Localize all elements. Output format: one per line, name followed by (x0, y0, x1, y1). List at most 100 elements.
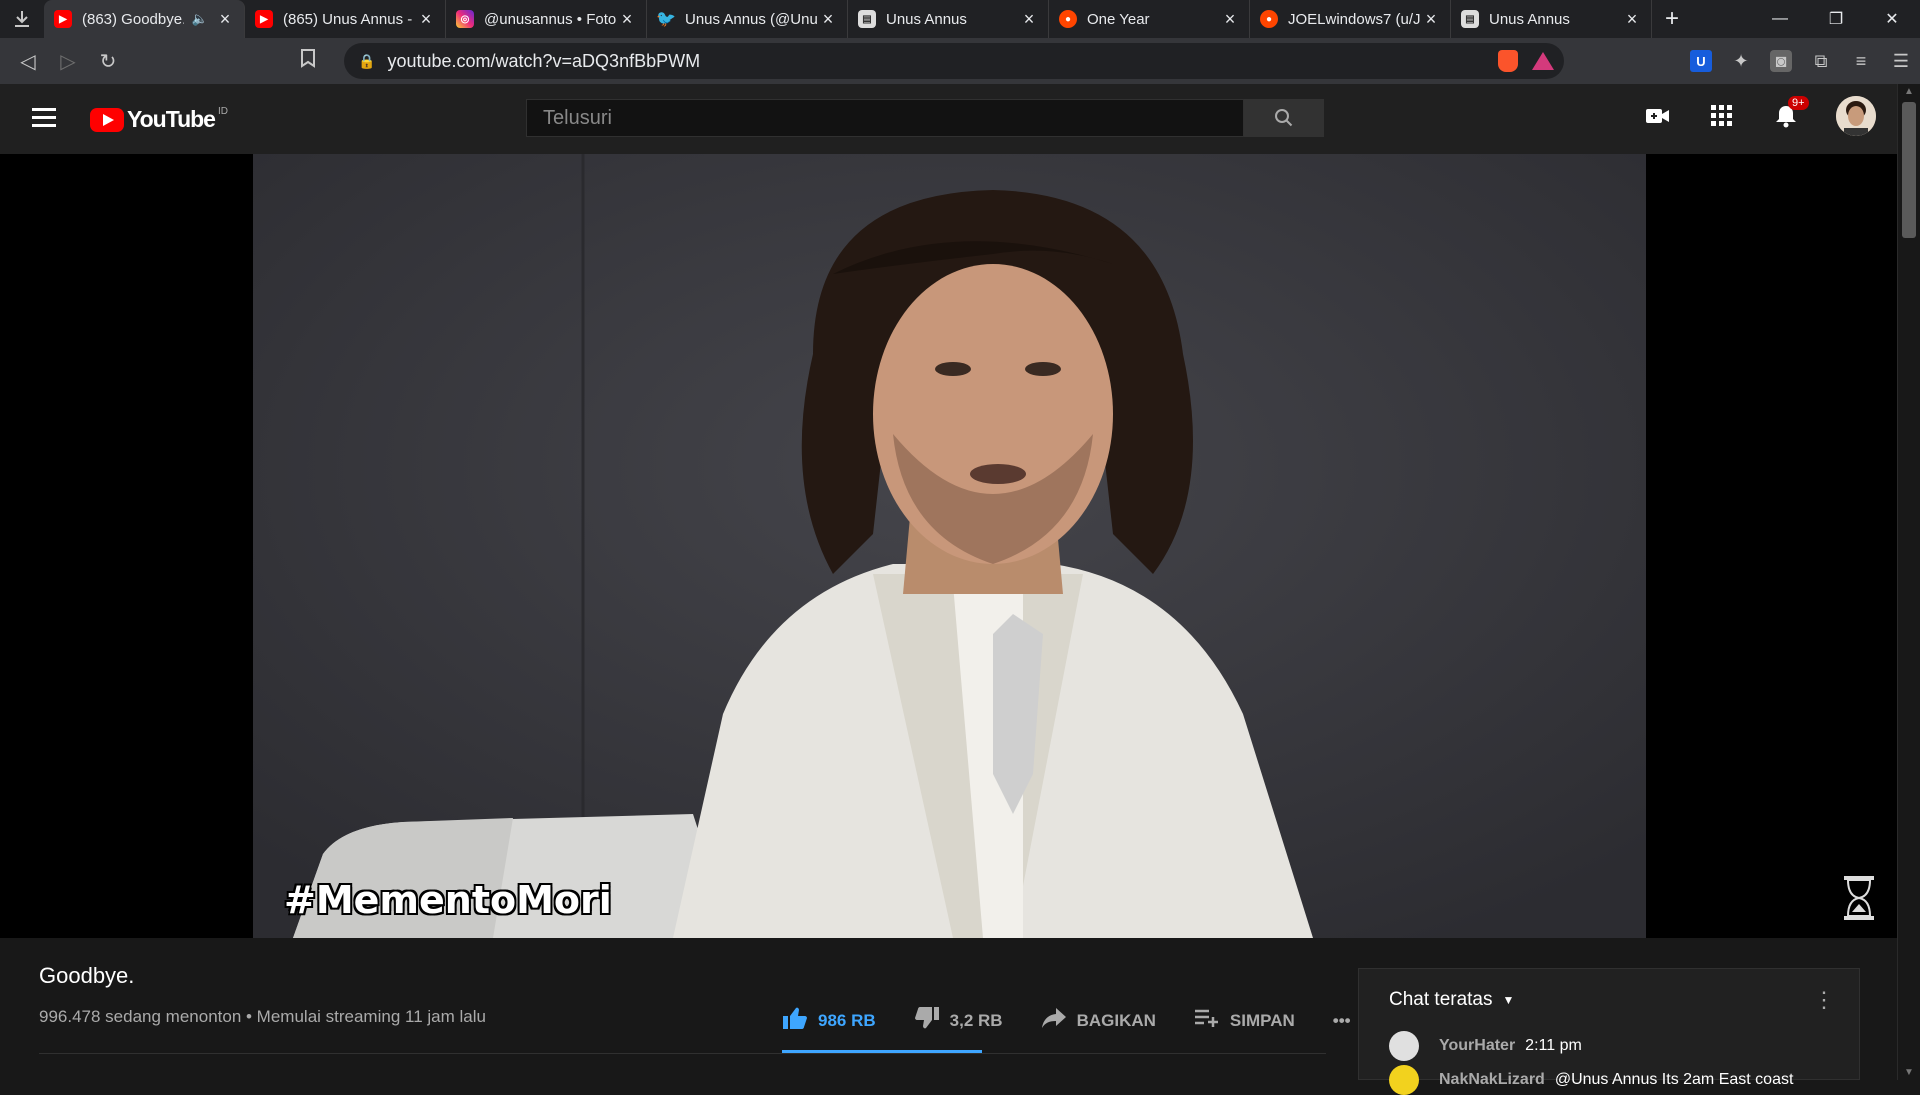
omnibox-actions (1498, 43, 1554, 79)
avatar[interactable] (1389, 1065, 1419, 1095)
search-box (526, 99, 1244, 137)
reddit-icon: ● (1059, 10, 1077, 28)
chat-username[interactable]: NakNakLizard (1439, 1071, 1545, 1089)
video-actions: 986 RB 3,2 RB BAGIKAN SIMPAN ••• (782, 1003, 1389, 1039)
tab-title: JOELwindows7 (u/J (1288, 10, 1421, 28)
tab-title: (863) Goodbye. (82, 10, 184, 28)
close-icon[interactable]: × (819, 9, 837, 30)
create-video-icon[interactable] (1644, 102, 1672, 130)
download-icon[interactable] (0, 0, 44, 38)
browser-tab[interactable]: ▤ Unus Annus × (1451, 0, 1652, 38)
page-icon: ▤ (1461, 10, 1479, 28)
video-still (253, 154, 1646, 938)
playlist-add-icon (1194, 1007, 1220, 1035)
close-icon[interactable]: × (1020, 9, 1038, 30)
reload-icon[interactable]: ↻ (88, 41, 128, 81)
extension-icon[interactable]: ✦ (1730, 50, 1752, 72)
scroll-down-icon[interactable]: ▼ (1898, 1067, 1920, 1078)
browser-tab[interactable]: ● One Year × (1049, 0, 1250, 38)
save-button[interactable]: SIMPAN (1194, 1007, 1295, 1035)
brave-rewards-icon[interactable] (1532, 52, 1554, 70)
menu-icon[interactable]: ☰ (1890, 50, 1912, 72)
chat-message: YourHater 2:11 pm (1389, 1031, 1582, 1061)
address-bar[interactable]: 🔒 youtube.com/watch?v=aDQ3nfBbPWM (344, 43, 1564, 79)
scrollbar-thumb[interactable] (1902, 102, 1916, 238)
browser-tab[interactable]: ◎ @unusannus • Foto × (446, 0, 647, 38)
forward-icon[interactable]: ▷ (48, 41, 88, 81)
instagram-icon: ◎ (456, 10, 474, 28)
twitter-icon: 🐦 (656, 11, 676, 28)
share-arrow-icon (1041, 1007, 1067, 1035)
browser-tab[interactable]: ▶ (863) Goodbye. 🔈 × (44, 0, 245, 38)
chat-text: @Unus Annus Its 2am East coast (1554, 1071, 1794, 1088)
tab-title: Unus Annus (@Unu (685, 10, 818, 28)
tab-title: (865) Unus Annus - (283, 10, 413, 28)
chevron-down-icon: ▼ (1502, 993, 1515, 1007)
search-input[interactable] (541, 105, 1243, 131)
save-label: SIMPAN (1229, 1011, 1295, 1030)
browser-tab[interactable]: ▶ (865) Unus Annus - × (245, 0, 446, 38)
browser-toolbar: ◁ ▷ ↻ 🔒 youtube.com/watch?v=aDQ3nfBbPWM … (0, 38, 1920, 84)
hourglass-logo-icon (1842, 874, 1876, 922)
minimize-icon[interactable]: — (1752, 0, 1808, 38)
youtube-logo[interactable]: YouTube ID (90, 106, 228, 133)
page-scrollbar[interactable]: ▲ ▼ (1897, 84, 1920, 1080)
more-actions-button[interactable]: ••• (1333, 1011, 1351, 1031)
logo-text: YouTube (127, 106, 216, 132)
close-icon[interactable]: × (1623, 9, 1641, 30)
url-text[interactable]: youtube.com/watch?v=aDQ3nfBbPWM (387, 51, 700, 72)
youtube-icon: ▶ (255, 10, 273, 28)
speaker-icon[interactable]: 🔈 (192, 11, 208, 27)
bookmark-icon[interactable] (300, 48, 316, 74)
chat-text: 2:11 pm (1525, 1037, 1582, 1054)
close-icon[interactable]: × (216, 9, 234, 30)
search-button[interactable] (1244, 99, 1324, 137)
lock-icon[interactable]: 🔒 (358, 53, 375, 70)
thumbs-down-icon (914, 1006, 940, 1036)
avatar[interactable] (1389, 1031, 1419, 1061)
notifications-bell-icon[interactable]: 9+ (1772, 96, 1809, 130)
browser-tab[interactable]: ● JOELwindows7 (u/J × (1250, 0, 1451, 38)
close-icon[interactable]: × (1422, 9, 1440, 30)
tab-title: Unus Annus (1489, 10, 1570, 28)
share-label: BAGIKAN (1076, 1011, 1156, 1030)
browser-tab[interactable]: 🐦 Unus Annus (@Unu × (647, 0, 848, 38)
dislike-count: 3,2 RB (949, 1011, 1003, 1030)
apps-grid-icon[interactable] (1708, 102, 1736, 130)
chat-username[interactable]: YourHater (1439, 1037, 1515, 1055)
extension-icon[interactable]: ◙ (1770, 50, 1792, 72)
brave-shields-icon[interactable] (1498, 50, 1518, 72)
more-vert-icon[interactable]: ⋮ (1813, 987, 1835, 1013)
live-chat-panel: Chat teratas ▼ ⋮ YourHater 2:11 pm NakNa… (1358, 968, 1860, 1095)
youtube-play-icon (90, 107, 124, 132)
new-tab-button[interactable]: + (1652, 5, 1692, 33)
chat-mode-selector[interactable]: Chat teratas ▼ (1389, 989, 1514, 1011)
like-count: 986 RB (818, 1011, 876, 1030)
chat-header-label: Chat teratas (1389, 989, 1493, 1010)
search-icon (1275, 109, 1293, 127)
video-frame[interactable] (253, 154, 1646, 938)
avatar[interactable] (1836, 96, 1876, 136)
bitwarden-icon[interactable]: U (1690, 50, 1712, 72)
puzzle-icon[interactable]: ⧉ (1810, 50, 1832, 72)
browser-tab-strip: ▶ (863) Goodbye. 🔈 × ▶ (865) Unus Annus … (0, 0, 1920, 38)
scroll-up-icon[interactable]: ▲ (1898, 86, 1920, 97)
hamburger-menu-icon[interactable] (32, 108, 56, 128)
region-code: ID (217, 106, 228, 117)
playlist-icon[interactable]: ≡ (1850, 50, 1872, 72)
share-button[interactable]: BAGIKAN (1041, 1007, 1156, 1035)
like-button[interactable]: 986 RB (782, 1006, 876, 1036)
close-icon[interactable]: × (417, 9, 435, 30)
back-icon[interactable]: ◁ (8, 41, 48, 81)
close-window-icon[interactable]: ✕ (1864, 0, 1920, 38)
dislike-button[interactable]: 3,2 RB (914, 1006, 1003, 1036)
youtube-icon: ▶ (54, 10, 72, 28)
browser-tab[interactable]: ▤ Unus Annus × (848, 0, 1049, 38)
extensions-area: U ✦ ◙ ⧉ ≡ ☰ (1690, 38, 1912, 84)
close-icon[interactable]: × (618, 9, 636, 30)
close-icon[interactable]: × (1221, 9, 1239, 30)
chat-message: NakNakLizard @Unus Annus Its 2am East co… (1389, 1065, 1793, 1095)
window-controls: — ❐ ✕ (1752, 0, 1920, 38)
page-icon: ▤ (858, 10, 876, 28)
restore-icon[interactable]: ❐ (1808, 0, 1864, 38)
